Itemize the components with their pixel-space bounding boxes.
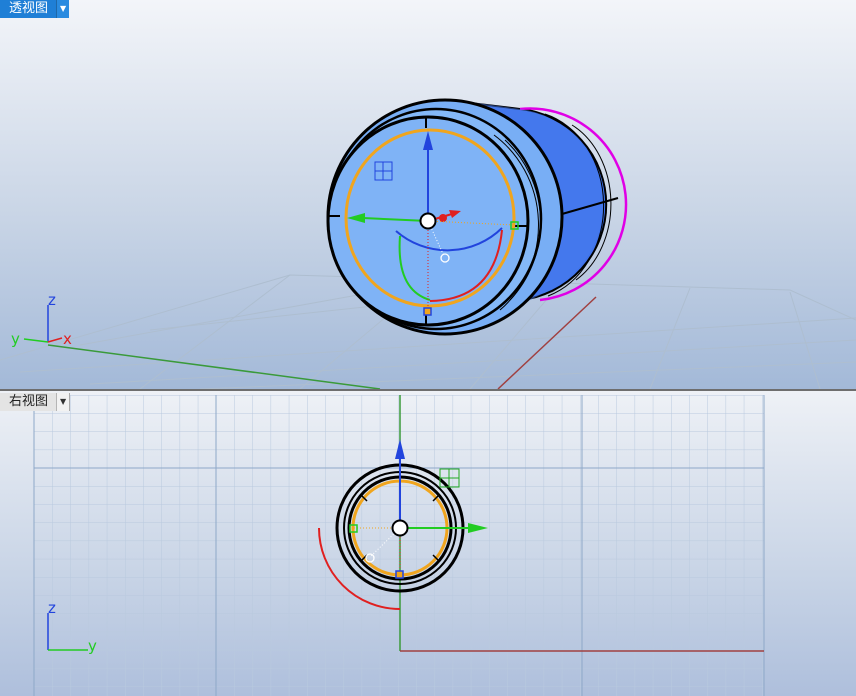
cylinder-object[interactable] <box>326 98 628 336</box>
point-marker-icon[interactable] <box>395 570 404 579</box>
gumball-center[interactable] <box>419 212 437 230</box>
gumball-center[interactable] <box>391 519 409 537</box>
triad-z-label: z <box>48 291 56 309</box>
perspective-viewport[interactable]: z y x 透视图 ▼ <box>0 0 856 391</box>
right-scene[interactable]: z y <box>0 391 856 696</box>
right-viewport[interactable]: z y 右视图 ▼ <box>0 391 856 696</box>
point-marker-icon[interactable] <box>423 307 432 316</box>
axis-triad: z y x <box>11 291 72 348</box>
gumball-x-scale-handle[interactable] <box>439 214 447 222</box>
chevron-down-icon[interactable]: ▼ <box>56 393 70 411</box>
triad-y-label: y <box>11 330 20 348</box>
viewport-tab-perspective[interactable]: 透视图 ▼ <box>0 0 70 18</box>
triad-x-label: x <box>63 330 72 348</box>
chevron-down-icon[interactable]: ▼ <box>56 0 70 18</box>
perspective-scene[interactable]: z y x <box>0 0 856 389</box>
triad-y-label: y <box>88 637 97 655</box>
viewport-tab-right[interactable]: 右视图 ▼ <box>0 393 71 411</box>
viewport-title[interactable]: 透视图 <box>0 0 56 18</box>
triad-z-label: z <box>48 599 56 617</box>
viewport-title[interactable]: 右视图 <box>0 393 56 411</box>
